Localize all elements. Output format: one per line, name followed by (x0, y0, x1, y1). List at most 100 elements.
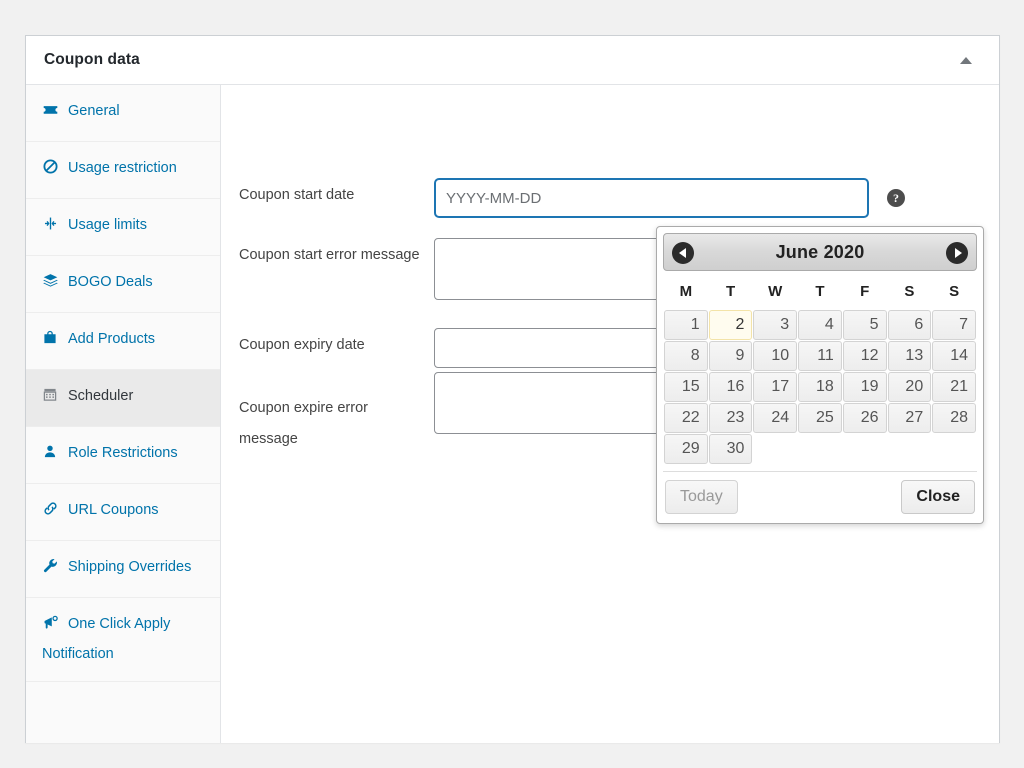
calendar-cell: 15 (664, 372, 708, 402)
calendar-day-29[interactable]: 29 (664, 434, 708, 464)
sidebar-item-scheduler[interactable]: Scheduler (26, 370, 220, 427)
sidebar-item-label: BOGO Deals (68, 274, 153, 290)
calendar-day-11[interactable]: 11 (798, 341, 842, 371)
calendar-cell: 10 (753, 341, 798, 371)
next-month-button[interactable] (946, 242, 968, 264)
sidebar-item-one-click-apply-notification[interactable]: One Click Apply Notification (26, 598, 220, 682)
field-label: Coupon start error message (239, 247, 420, 263)
sidebar-item-shipping-overrides[interactable]: Shipping Overrides (26, 541, 220, 598)
today-button[interactable]: Today (665, 480, 738, 514)
calendar-day-18[interactable]: 18 (798, 372, 842, 402)
sidebar-item-label: Shipping Overrides (68, 559, 192, 575)
calendar-day-2[interactable]: 2 (708, 310, 753, 340)
calendar-day-23[interactable]: 23 (708, 403, 753, 433)
sidebar-item-role-restrictions[interactable]: Role Restrictions (26, 427, 220, 484)
coupon-data-sidebar: General Usage restriction Usage limits BOGO… (26, 85, 221, 743)
calendar-cell: 21 (932, 372, 976, 402)
calendar-cell: 6 (887, 310, 932, 340)
calendar-day-30[interactable]: 30 (708, 434, 753, 464)
sidebar-item-label: Scheduler (68, 388, 134, 404)
calendar-week-row: 15 16 17 18 19 20 21 (664, 372, 976, 402)
sidebar-item-general[interactable]: General (26, 85, 220, 142)
calendar-day-16[interactable]: 16 (708, 372, 753, 402)
calendar-cell: 20 (887, 372, 932, 402)
calendar-day-25[interactable]: 25 (798, 403, 842, 433)
calendar-cell: 25 (798, 403, 842, 433)
sidebar-item-url-coupons[interactable]: URL Coupons (26, 484, 220, 541)
calendar-cell: 13 (887, 341, 932, 371)
calendar-day-17[interactable]: 17 (753, 372, 798, 402)
calendar-empty-cell (798, 434, 842, 464)
calendar-cell: 24 (753, 403, 798, 433)
calendar-day-8[interactable]: 8 (664, 341, 708, 371)
calendar-day-7[interactable]: 7 (932, 310, 976, 340)
date-picker-month-title: June 2020 (775, 241, 865, 262)
calendar-day-9[interactable]: 9 (708, 341, 753, 371)
scheduler-form: June 2020 MTWTFSS 1 2 3 4 5 6 7 8 9 10 11 12 13 14 15 1… (221, 85, 999, 743)
weekday-6: S (949, 283, 960, 300)
caret-up-icon (960, 56, 972, 64)
panel-header: Coupon data (26, 36, 999, 85)
sidebar-item-label: Add Products (68, 331, 156, 347)
layers-icon (42, 272, 68, 299)
calendar-empty-cell (932, 434, 976, 464)
calendar-cell: 19 (842, 372, 887, 402)
sidebar-item-label: General (68, 103, 120, 119)
link-icon (42, 500, 68, 527)
calendar-day-1[interactable]: 1 (664, 310, 708, 340)
weekday-1: T (725, 283, 736, 300)
calendar-day-6[interactable]: 6 (887, 310, 932, 340)
panel-body: General Usage restriction Usage limits BOGO… (26, 85, 999, 743)
calendar-day-27[interactable]: 27 (887, 403, 932, 433)
calendar-day-12[interactable]: 12 (842, 341, 887, 371)
wrench-icon (42, 557, 68, 584)
calendar-day-3[interactable]: 3 (753, 310, 798, 340)
sidebar-item-bogo-deals[interactable]: BOGO Deals (26, 256, 220, 313)
date-picker-footer: Today Close (663, 471, 977, 517)
no-entry-icon (42, 158, 68, 185)
calendar-cell: 26 (842, 403, 887, 433)
calendar-cell: 2 (708, 310, 753, 340)
calendar-cell: 9 (708, 341, 753, 371)
help-icon[interactable]: ? (887, 189, 905, 207)
calendar-day-14[interactable]: 14 (932, 341, 976, 371)
weekday-2: W (768, 283, 783, 300)
calendar-day-13[interactable]: 13 (887, 341, 932, 371)
calendar-day-15[interactable]: 15 (664, 372, 708, 402)
calendar-day-20[interactable]: 20 (887, 372, 932, 402)
field-input-0[interactable] (434, 178, 869, 218)
prev-month-button[interactable] (672, 242, 694, 264)
calendar-cell: 27 (887, 403, 932, 433)
megaphone-icon (42, 614, 68, 641)
calendar-cell: 29 (664, 434, 708, 464)
weekday-header-row: MTWTFSS (664, 275, 976, 309)
sidebar-item-usage-limits[interactable]: Usage limits (26, 199, 220, 256)
calendar-day-19[interactable]: 19 (842, 372, 887, 402)
coupon-data-panel: Coupon data General Usage restriction Usag… (25, 35, 1000, 743)
date-picker-popup: June 2020 MTWTFSS 1 2 3 4 5 6 7 8 9 10 11 12 13 14 15 1… (656, 226, 984, 524)
calendar-day-26[interactable]: 26 (842, 403, 887, 433)
calendar-cell: 17 (753, 372, 798, 402)
next-arrow-icon (954, 248, 962, 258)
calendar-icon (42, 386, 68, 413)
calendar-cell: 28 (932, 403, 976, 433)
sidebar-item-add-products[interactable]: Add Products (26, 313, 220, 370)
calendar-cell: 3 (753, 310, 798, 340)
sidebar-item-usage-restriction[interactable]: Usage restriction (26, 142, 220, 199)
close-button[interactable]: Close (901, 480, 975, 514)
calendar-day-21[interactable]: 21 (932, 372, 976, 402)
calendar-week-row: 1234567 (664, 310, 976, 340)
panel-collapse-toggle[interactable] (949, 36, 983, 84)
calendar-day-10[interactable]: 10 (753, 341, 798, 371)
calendar-day-22[interactable]: 22 (664, 403, 708, 433)
calendar-cell: 23 (708, 403, 753, 433)
calendar-day-4[interactable]: 4 (798, 310, 842, 340)
calendar-day-5[interactable]: 5 (842, 310, 887, 340)
calendar-body: 1 2 3 4 5 6 7 8 9 10 11 12 13 14 15 16 17 18 19 20 21 22 23 24 2… (664, 310, 976, 464)
weekday-4: F (860, 283, 870, 300)
calendar-day-28[interactable]: 28 (932, 403, 976, 433)
bag-icon (42, 329, 68, 356)
calendar-day-24[interactable]: 24 (753, 403, 798, 433)
calendar-cell: 16 (708, 372, 753, 402)
weekday-3: T (815, 283, 825, 300)
